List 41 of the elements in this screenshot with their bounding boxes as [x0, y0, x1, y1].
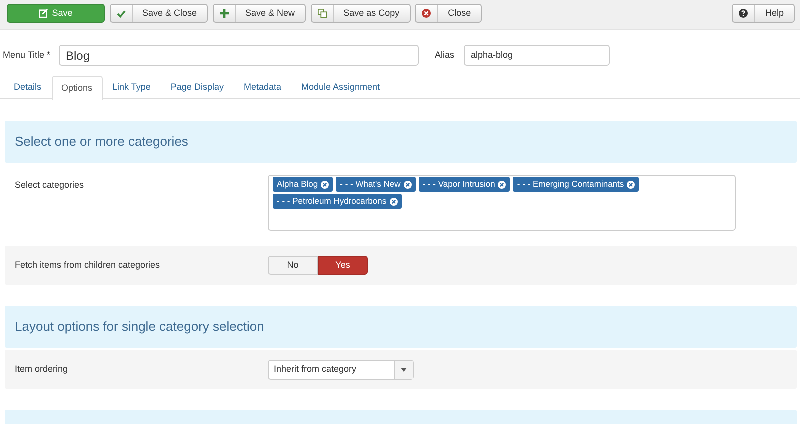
field-label: Select categories	[15, 179, 86, 192]
section-header: Select one or more categories	[5, 121, 797, 163]
field-label: Menu Title *	[3, 48, 52, 62]
field-label: Fetch items from children categories	[15, 258, 162, 272]
tab[interactable]: Module Assignment	[291, 76, 390, 99]
remove-icon[interactable]	[498, 180, 506, 188]
toggle-option[interactable]: No	[268, 256, 318, 275]
help-icon	[739, 9, 748, 18]
plus-icon	[220, 9, 229, 18]
tab[interactable]: Page Display	[160, 76, 234, 99]
tab[interactable]: Options	[52, 76, 103, 100]
caret-icon	[401, 368, 407, 372]
close-icon	[422, 9, 432, 18]
tab[interactable]: Details	[4, 76, 52, 99]
toolbar-button[interactable]: Save & Close	[110, 4, 208, 23]
tab[interactable]: Metadata	[234, 76, 292, 99]
input-field[interactable]: Blog	[59, 45, 419, 66]
select-field[interactable]: Inherit from category	[268, 360, 414, 380]
category-tag: - - - Petroleum Hydrocarbons	[273, 194, 402, 209]
remove-icon[interactable]	[627, 180, 636, 188]
toolbar-button[interactable]: Close	[415, 4, 482, 23]
category-tag: - - - Emerging Contaminants	[513, 177, 640, 192]
toolbar-button[interactable]: Help	[732, 4, 795, 23]
remove-icon[interactable]	[404, 180, 412, 188]
edit-icon	[39, 9, 48, 18]
toolbar-button[interactable]: Save as Copy	[310, 4, 411, 23]
category-tag: - - - Vapor Intrusion	[418, 177, 510, 192]
check-icon	[116, 10, 126, 18]
category-tag: - - - What's New	[336, 177, 416, 192]
field-label: Alias	[435, 48, 456, 62]
input-field[interactable]: alpha-blog	[464, 45, 610, 66]
tag-input[interactable]: Alpha Blog - - - What's New - - - Vapor Intrusion - - - Emerging Contaminants - - - Petroleum Hydrocarbons	[268, 175, 736, 231]
tab[interactable]: Link Type	[102, 76, 161, 99]
field-label: Item ordering	[15, 362, 70, 376]
category-tag: Alpha Blog	[273, 177, 334, 192]
section-header: Layout options for single category selection	[5, 306, 797, 348]
toggle-option[interactable]: Yes	[318, 256, 368, 275]
toolbar-button[interactable]: Save & New	[212, 4, 306, 23]
remove-icon[interactable]	[390, 198, 398, 206]
copy-icon	[318, 9, 327, 18]
remove-icon[interactable]	[321, 180, 330, 188]
